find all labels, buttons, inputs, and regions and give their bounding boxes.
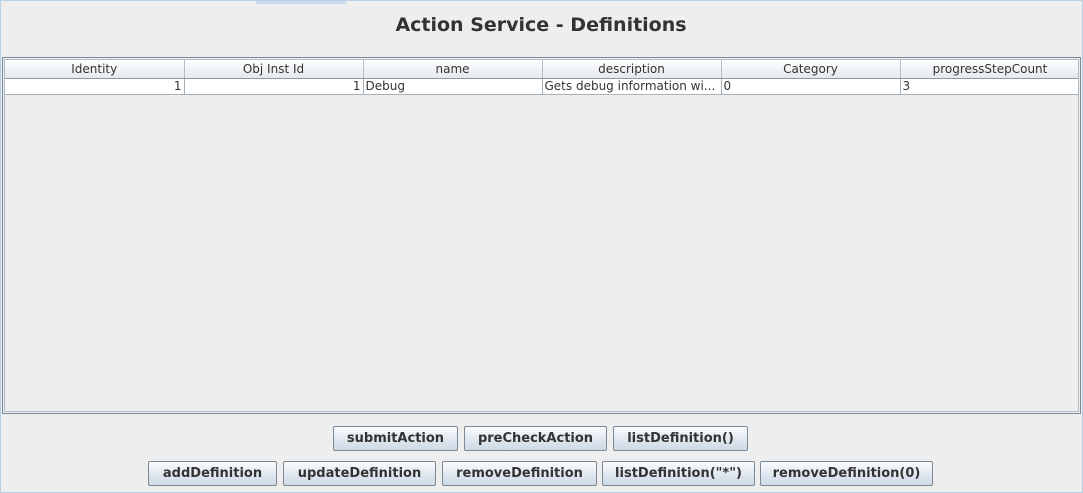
table-row[interactable]: 1 1 Debug Gets debug information wi... 0… [5,78,1078,95]
list-definition-button[interactable]: listDefinition() [613,426,748,451]
column-header-name[interactable]: name [363,60,543,79]
remove-definition-button[interactable]: removeDefinition [442,461,597,486]
cell-description[interactable]: Gets debug information wi... [542,78,722,95]
add-definition-button[interactable]: addDefinition [148,461,277,486]
pre-check-action-button[interactable]: preCheckAction [464,426,607,451]
column-header-description[interactable]: description [542,60,722,79]
window-frame: Action Service - Definitions Identity Ob… [0,0,1083,493]
cell-name[interactable]: Debug [363,78,543,95]
page-title: Action Service - Definitions [395,14,687,36]
cell-obj-inst-id[interactable]: 1 [184,78,364,95]
submit-action-button[interactable]: submitAction [333,426,458,451]
definitions-table-panel: Identity Obj Inst Id name description Ca… [2,57,1081,414]
cell-category[interactable]: 0 [721,78,901,95]
cell-progress-step-count[interactable]: 3 [900,78,1078,95]
top-tab-strip [256,1,346,4]
column-header-obj-inst-id[interactable]: Obj Inst Id [184,60,364,79]
column-header-category[interactable]: Category [721,60,901,79]
definitions-table: Identity Obj Inst Id name description Ca… [5,60,1078,95]
list-definition-all-button[interactable]: listDefinition("*") [602,461,755,486]
column-header-identity[interactable]: Identity [5,60,185,79]
table-header-row: Identity Obj Inst Id name description Ca… [5,60,1078,79]
remove-definition-zero-button[interactable]: removeDefinition(0) [760,461,933,486]
cell-identity[interactable]: 1 [5,78,185,95]
update-definition-button[interactable]: updateDefinition [283,461,436,486]
column-header-progress-step-count[interactable]: progressStepCount [900,60,1078,79]
table-scroll-area[interactable]: Identity Obj Inst Id name description Ca… [4,59,1079,412]
